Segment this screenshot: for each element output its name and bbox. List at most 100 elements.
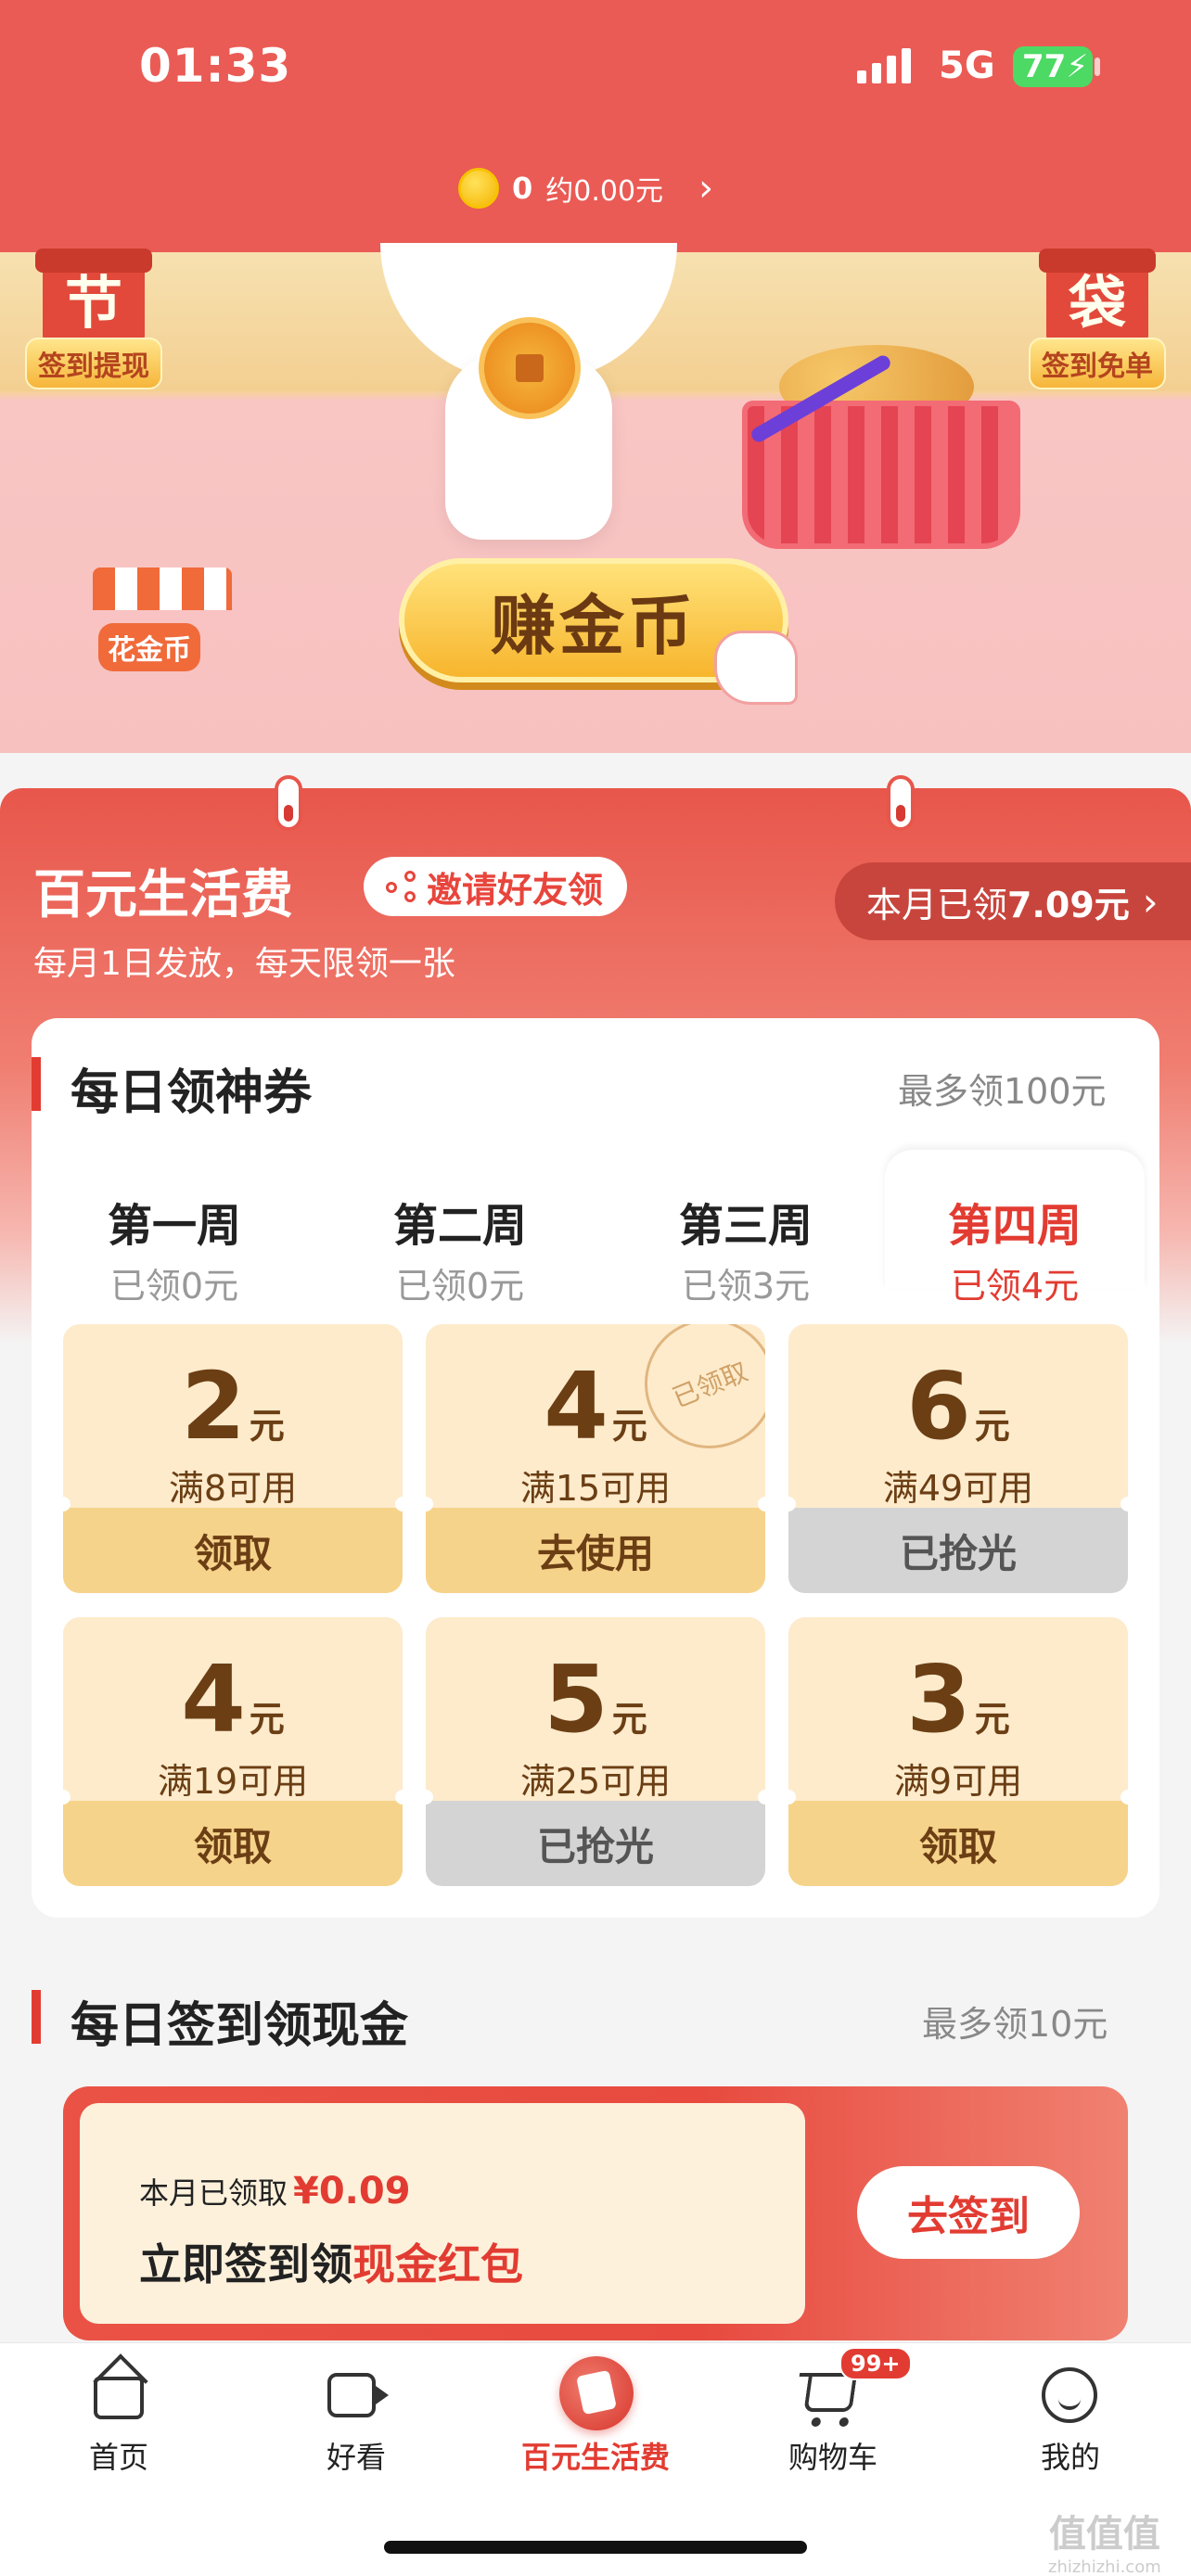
sign-free-order-entry[interactable]: 袋 签到免单	[1018, 249, 1176, 389]
tab-home[interactable]: 首页	[35, 2364, 202, 2477]
coupon-unit: 元	[974, 1699, 1010, 1740]
daily-sign-max: 最多领10元	[922, 2004, 1108, 2045]
week-status: 已领0元	[109, 1266, 239, 1307]
tab-label: 首页	[88, 2440, 148, 2475]
coin-balance[interactable]: 0 约0.00元 ›	[458, 167, 713, 210]
coupon: 2元 满8可用 领取	[63, 1324, 403, 1593]
monthly-claimed[interactable]: 本月已领 7.09元 ›	[835, 862, 1191, 940]
coupon-amount: 5	[544, 1645, 608, 1753]
week-name: 第一周	[107, 1200, 241, 1252]
home-indicator[interactable]	[384, 2541, 807, 2554]
tab-label: 百元生活费	[520, 2440, 670, 2475]
watermark-text: 值值值	[1048, 2513, 1160, 2556]
tab-me[interactable]: 我的	[987, 2364, 1154, 2477]
coupon-amount: 3	[906, 1645, 971, 1753]
claim-coupon-button[interactable]: 领取	[63, 1508, 403, 1593]
chevron-right-icon: ›	[1142, 878, 1159, 925]
sign-withdraw-label: 签到提现	[25, 338, 162, 389]
sign-in-info: 本月已领取 ¥0.09 立即签到领现金红包	[80, 2103, 805, 2324]
spend-coins-label: 花金币	[98, 623, 200, 671]
share-icon	[386, 871, 417, 902]
shop-awning-icon	[93, 567, 232, 610]
week-status: 已领3元	[681, 1266, 811, 1307]
tab-living-allowance[interactable]: 百元生活费	[512, 2356, 679, 2477]
tab-week-3[interactable]: 第三周 已领3元	[616, 1150, 876, 1307]
title-accent-bar	[32, 1057, 41, 1111]
coupon-amount: 6	[906, 1352, 971, 1460]
tab-label: 我的	[1040, 2440, 1100, 2475]
coupon-condition: 满19可用	[157, 1761, 309, 1802]
coupon-condition: 满9可用	[893, 1761, 1023, 1802]
tab-week-4[interactable]: 第四周 已领4元	[885, 1150, 1145, 1307]
watermark: 值值值 zhizhizhi.com	[1048, 2504, 1161, 2576]
week-tabs: 第一周 已领0元 第二周 已领0元 第三周 已领3元 第四周 已领4元	[32, 1150, 1145, 1307]
coupon-unit: 元	[249, 1699, 285, 1740]
title-accent-bar	[32, 1990, 41, 2044]
coin-count: 0	[512, 171, 533, 206]
video-icon	[327, 2373, 389, 2417]
daily-coupon-max: 最多领100元	[898, 1071, 1107, 1112]
sign-withdraw-entry[interactable]: 节 签到提现	[15, 249, 173, 389]
coupon-condition: 满25可用	[519, 1761, 672, 1802]
coupon: 已领取 4元 满15可用 去使用	[426, 1324, 765, 1593]
gold-coin-icon	[458, 168, 499, 209]
battery-level: 77	[1022, 48, 1067, 85]
use-coupon-button[interactable]: 去使用	[426, 1508, 765, 1593]
sign-in-card: 本月已领取 ¥0.09 立即签到领现金红包 去签到	[63, 2086, 1128, 2340]
chevron-right-icon: ›	[698, 167, 714, 210]
battery-icon: 77 ⚡	[1013, 46, 1093, 87]
claim-coupon-button[interactable]: 领取	[63, 1801, 403, 1886]
coupon-unit: 元	[974, 1406, 1010, 1447]
status-time: 01:33	[139, 39, 292, 93]
cart-count-badge: 99+	[839, 2347, 912, 2380]
section-title: 百元生活费	[33, 865, 293, 925]
promo-prefix: 立即签到领	[139, 2239, 352, 2289]
bag-icon: 袋	[1039, 249, 1156, 345]
coin-icon	[479, 317, 581, 419]
tab-label: 购物车	[788, 2440, 877, 2475]
tab-cart[interactable]: 99+ 购物车	[749, 2347, 916, 2477]
cellular-signal-icon	[857, 48, 911, 83]
coupon-condition: 满49可用	[882, 1468, 1034, 1509]
sign-free-order-label: 签到免单	[1029, 338, 1166, 389]
invite-friends-button[interactable]: 邀请好友领	[364, 857, 628, 916]
tab-label: 好看	[326, 2440, 386, 2475]
monthly-label: 本月已领	[866, 884, 1008, 925]
coupon: 4元 满19可用 领取	[63, 1617, 403, 1886]
tab-week-2[interactable]: 第二周 已领0元	[330, 1150, 590, 1307]
coin-value: 约0.00元	[545, 175, 664, 208]
spend-coins-entry[interactable]: 花金币	[93, 567, 232, 671]
week-status: 已领0元	[395, 1266, 525, 1307]
monthly-value: 7.09元	[1007, 884, 1130, 925]
section-subtitle: 每月1日发放，每天限领一张	[33, 945, 455, 983]
gift-box-icon: 节	[35, 249, 152, 345]
hero-banner: 节 签到提现 袋 签到免单 花金币 赚金币	[0, 243, 1191, 753]
pointing-hand-icon	[714, 631, 798, 705]
claim-coupon-button[interactable]: 领取	[788, 1801, 1128, 1886]
sold-out-label: 已抢光	[426, 1801, 765, 1886]
coupon-condition: 满15可用	[519, 1468, 672, 1509]
smile-icon	[1042, 2367, 1097, 2423]
coupon-amount: 2	[181, 1352, 246, 1460]
coupon-unit: 元	[249, 1406, 285, 1447]
network-type: 5G	[939, 45, 995, 87]
cart-icon	[803, 2377, 857, 2412]
month-claimed-row: 本月已领取 ¥0.09	[139, 2170, 411, 2213]
coupon: 3元 满9可用 领取	[788, 1617, 1128, 1886]
sold-out-label: 已抢光	[788, 1508, 1128, 1593]
go-sign-in-button[interactable]: 去签到	[857, 2166, 1080, 2259]
tab-video[interactable]: 好看	[273, 2364, 440, 2477]
week-status: 已领4元	[950, 1266, 1080, 1307]
battery-tip	[1095, 57, 1100, 76]
month-claimed-label: 本月已领取	[139, 2175, 288, 2211]
coupon-unit: 元	[611, 1406, 647, 1447]
pin-decoration	[887, 775, 915, 831]
month-claimed-value: ¥0.09	[293, 2170, 411, 2213]
home-icon	[94, 2377, 144, 2419]
coupon-condition: 满8可用	[168, 1468, 298, 1509]
week-name: 第三周	[678, 1200, 813, 1252]
tab-week-1[interactable]: 第一周 已领0元	[45, 1150, 304, 1307]
coupon-unit: 元	[611, 1699, 647, 1740]
watermark-url: zhizhizhi.com	[1048, 2557, 1161, 2576]
red-envelope-icon	[559, 2356, 634, 2430]
